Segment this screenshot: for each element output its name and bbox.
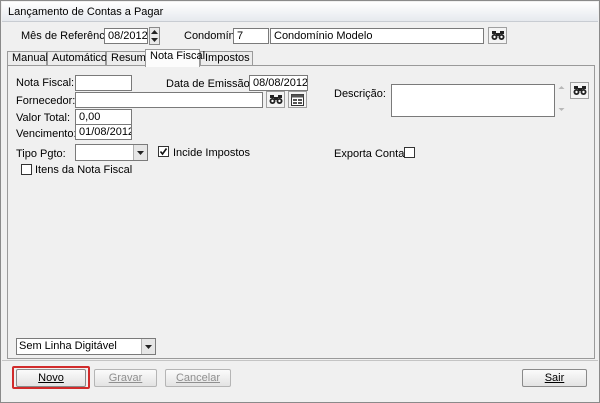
binoculars-icon <box>491 31 504 40</box>
footer-separator <box>2 360 598 361</box>
fornecedor-input[interactable] <box>75 92 263 108</box>
exporta-contabil-checkbox[interactable] <box>404 147 415 158</box>
vencimento-input[interactable]: 01/08/2012 <box>75 124 132 140</box>
linha-digitavel-value: Sem Linha Digitável <box>19 340 117 352</box>
gravar-button[interactable]: Gravar <box>94 369 157 387</box>
condominio-name-field[interactable]: Condomínio Modelo <box>270 28 484 44</box>
search-condominio-button[interactable] <box>488 27 507 44</box>
mes-referencia-label: Mês de Referência: <box>21 30 117 42</box>
linha-digitavel-select[interactable]: Sem Linha Digitável <box>16 338 156 355</box>
dropdown-arrow-icon[interactable] <box>141 339 155 354</box>
sair-button-label: Sair <box>544 372 565 384</box>
descricao-scrollbar[interactable] <box>557 85 566 116</box>
itens-nota-fiscal-checkbox[interactable] <box>21 164 32 175</box>
binoculars-icon <box>269 95 282 104</box>
sair-button[interactable]: Sair <box>522 369 587 387</box>
incide-impostos-label: Incide Impostos <box>173 147 251 159</box>
descricao-label: Descrição: <box>334 88 386 100</box>
title-bar: Lançamento de Contas a Pagar <box>2 2 598 22</box>
condominio-code-input[interactable]: 7 <box>233 28 269 44</box>
search-fornecedor-button[interactable] <box>266 91 285 108</box>
data-emissao-input[interactable]: 08/08/2012 <box>249 75 308 91</box>
spin-down-icon[interactable] <box>150 36 159 44</box>
fornecedor-label: Fornecedor: <box>16 95 76 107</box>
mes-referencia-spinner[interactable] <box>149 27 160 45</box>
valor-total-input[interactable]: 0,00 <box>75 109 132 125</box>
tab-impostos[interactable]: Impostos <box>200 51 253 66</box>
search-descricao-button[interactable] <box>570 82 589 99</box>
itens-nota-fiscal-label: Itens da Nota Fiscal <box>35 164 133 176</box>
nota-fiscal-label: Nota Fiscal: <box>16 77 75 89</box>
valor-total-label: Valor Total: <box>16 112 71 124</box>
cancelar-button-label: Cancelar <box>175 372 221 384</box>
tipo-pgto-select[interactable] <box>75 144 148 161</box>
incide-impostos-checkbox[interactable] <box>158 146 169 157</box>
cancelar-button[interactable]: Cancelar <box>165 369 231 387</box>
nota-fiscal-input[interactable] <box>75 75 132 91</box>
gravar-button-label: Gravar <box>108 372 143 384</box>
tab-resumo[interactable]: Resumo <box>106 51 152 66</box>
check-icon <box>159 148 168 156</box>
mes-referencia-input[interactable]: 08/2012 <box>104 28 148 44</box>
window-title: Lançamento de Contas a Pagar <box>8 6 164 18</box>
spin-up-icon[interactable] <box>150 28 159 36</box>
tab-automatico[interactable]: Automático <box>47 51 107 66</box>
register-fornecedor-button[interactable] <box>288 91 307 108</box>
dropdown-arrow-icon[interactable] <box>133 145 147 160</box>
binoculars-icon <box>573 86 586 95</box>
register-icon <box>291 93 304 106</box>
tab-manual[interactable]: Manual <box>7 51 48 66</box>
vencimento-label: Vencimento: <box>16 128 77 140</box>
novo-button[interactable]: Novo <box>16 369 86 387</box>
tipo-pgto-label: Tipo Pgto: <box>16 148 66 160</box>
window: Lançamento de Contas a Pagar Mês de Refe… <box>0 0 600 403</box>
novo-button-label: Novo <box>38 372 64 384</box>
tab-nota-fiscal[interactable]: Nota Fiscal <box>145 49 205 67</box>
descricao-textarea[interactable] <box>391 84 555 117</box>
